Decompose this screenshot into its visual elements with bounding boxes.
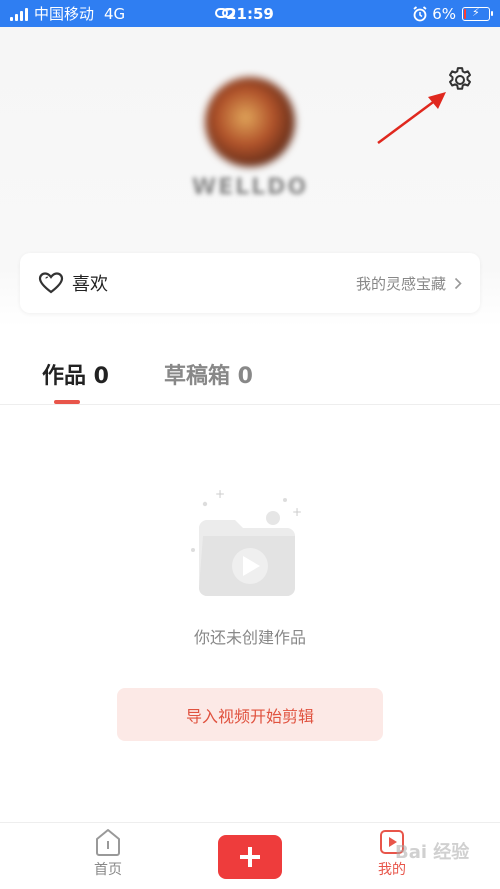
tab-works[interactable]: 作品 0: [42, 358, 109, 390]
home-icon: [96, 829, 120, 856]
likes-label: 喜欢: [72, 274, 108, 295]
tab-drafts[interactable]: 草稿箱 0: [164, 358, 253, 390]
inspiration-link-text: 我的灵感宝藏: [355, 274, 446, 293]
svg-text:+: +: [215, 487, 225, 501]
empty-message: 你还未创建作品: [193, 628, 306, 647]
create-button[interactable]: [218, 835, 282, 879]
nav-home-label: 首页: [94, 862, 122, 878]
carrier-name: 中国移动: [34, 5, 95, 23]
tab-indicator: [54, 400, 80, 404]
heart-icon: [38, 272, 64, 294]
nav-home[interactable]: 首页: [78, 827, 138, 887]
import-video-button[interactable]: 导入视频开始剪辑: [117, 688, 383, 741]
alarm-icon: [413, 5, 427, 21]
status-bar: 中国移动 4G 21:59 6% ⚡: [0, 0, 500, 27]
battery-percent: 6%: [432, 4, 456, 23]
plus-icon: [240, 847, 260, 867]
content-tabs: 作品 0 草稿箱 0: [0, 340, 500, 405]
signal-icon: [10, 7, 28, 21]
svg-text:+: +: [292, 505, 302, 519]
battery-icon: ⚡: [462, 6, 493, 21]
chevron-right-icon: [454, 277, 462, 289]
status-right: 6% ⚡: [412, 4, 493, 23]
likes-card[interactable]: 喜欢 我的灵感宝藏: [20, 253, 480, 313]
annotation-arrow: [377, 92, 446, 145]
link-icon: [215, 8, 235, 18]
network-type: 4G: [104, 4, 126, 23]
username: WELLDO: [191, 175, 309, 200]
avatar[interactable]: [205, 77, 295, 167]
empty-folder-icon: + +: [191, 487, 302, 596]
baidu-watermark: Bai 经验: [395, 842, 470, 863]
inspiration-link[interactable]: 我的灵感宝藏: [356, 273, 462, 294]
